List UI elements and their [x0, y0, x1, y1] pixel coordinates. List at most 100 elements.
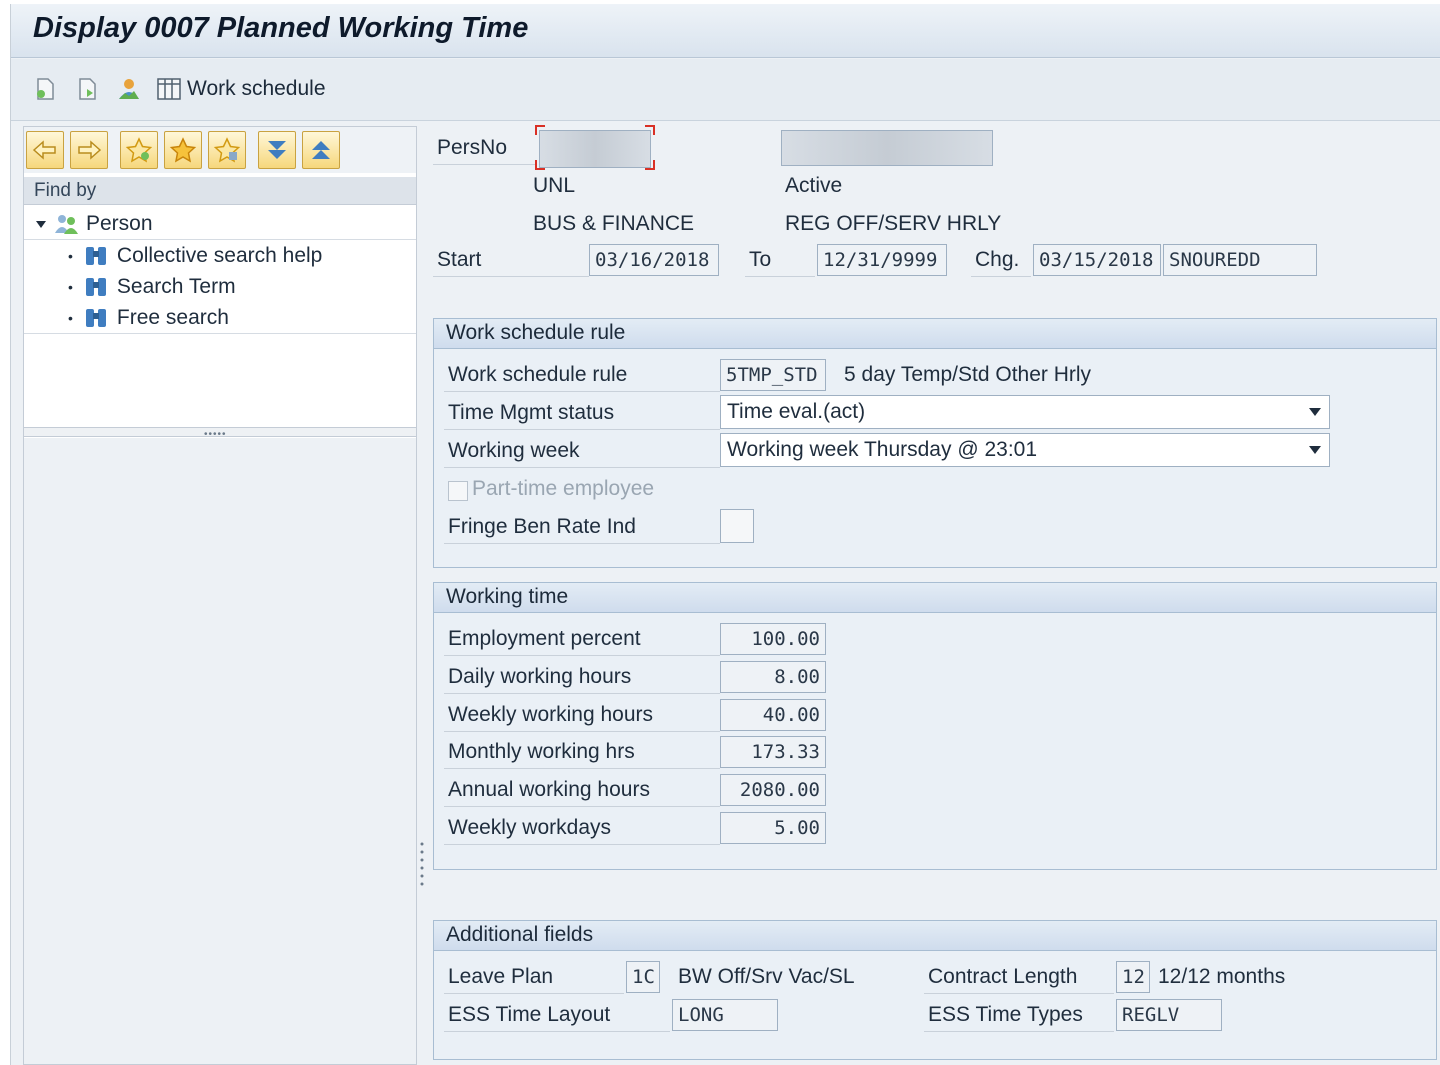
work-schedule-button[interactable]: Work schedule: [187, 77, 326, 101]
additional-fields-group: Additional fields Leave Plan 1C BW Off/S…: [433, 920, 1437, 1060]
leave-plan-text: BW Off/Srv Vac/SL: [678, 965, 855, 988]
label-underline: [444, 731, 720, 732]
daily-hours-field[interactable]: 8.00: [720, 661, 826, 693]
back-arrow-icon: [32, 140, 56, 160]
dropdown-value: Time eval.(act): [727, 400, 866, 423]
label-underline: [444, 391, 720, 392]
required-marker: [645, 160, 655, 170]
fringe-ben-rate-field[interactable]: [720, 509, 754, 543]
weekly-workdays-label: Weekly workdays: [448, 816, 611, 839]
part-time-label: Part-time employee: [472, 477, 655, 500]
dropdown-value: Working week Thursday @ 23:01: [727, 438, 1038, 461]
start-label: Start: [437, 248, 482, 271]
changed-label: Chg.: [975, 248, 1020, 271]
tree-label: Free search: [116, 306, 229, 329]
group-title: Working time: [434, 583, 1436, 613]
required-marker: [535, 125, 545, 135]
annual-hours-field[interactable]: 2080.00: [720, 774, 826, 806]
monthly-hours-field[interactable]: 173.33: [720, 736, 826, 768]
weekly-workdays-field[interactable]: 5.00: [720, 812, 826, 844]
label-underline: [444, 806, 720, 807]
favorite-add-icon: [125, 137, 153, 163]
time-mgmt-status-dropdown[interactable]: Time eval.(act): [720, 395, 1330, 429]
bullet: •: [68, 279, 73, 295]
back-button[interactable]: [26, 131, 64, 169]
vertical-splitter-grip[interactable]: [419, 840, 425, 890]
contract-length-label: Contract Length: [928, 965, 1078, 988]
favorite-edit-button[interactable]: [208, 131, 246, 169]
sap-window: Display 0007 Planned Working Time Work s…: [10, 4, 1440, 1065]
label-underline: [924, 993, 1114, 994]
work-schedule-icon[interactable]: [155, 75, 183, 103]
chevron-down-icon[interactable]: [1309, 408, 1321, 416]
object-navigator: Find by Person • Collective search help …: [23, 126, 417, 1065]
daily-hours-label: Daily working hours: [448, 665, 632, 688]
favorite-edit-icon: [213, 137, 241, 163]
monthly-hours-label: Monthly working hrs: [448, 740, 635, 763]
ess-time-layout-field[interactable]: LONG: [672, 999, 778, 1031]
forward-arrow-icon: [78, 140, 102, 160]
changed-by-field: SNOUREDD: [1163, 244, 1317, 276]
collapse-up-icon: [312, 141, 330, 159]
label-underline: [444, 768, 720, 769]
ess-time-layout-label: ESS Time Layout: [448, 1003, 611, 1026]
personnel-area-text: UNL: [533, 174, 576, 197]
person-overview-icon[interactable]: [115, 75, 143, 103]
expand-triangle-icon[interactable]: [36, 220, 46, 228]
favorite-add-button[interactable]: [120, 131, 158, 169]
work-schedule-rule-field[interactable]: 5TMP_STD: [720, 359, 826, 391]
tree-label: Search Term: [116, 275, 236, 298]
application-toolbar: Work schedule: [11, 59, 1440, 121]
tree-divider: [24, 333, 416, 334]
find-by-header: Find by: [24, 177, 416, 205]
ess-time-types-label: ESS Time Types: [928, 1003, 1083, 1026]
working-week-dropdown[interactable]: Working week Thursday @ 23:01: [720, 433, 1330, 467]
employee-group-text: REG OFF/SERV HRLY: [785, 212, 1002, 235]
navigator-lower-area: [24, 438, 416, 1064]
tree-item-search-term[interactable]: • Search Term: [68, 272, 236, 302]
tree-item-free-search[interactable]: • Free search: [68, 303, 229, 333]
horizontal-splitter[interactable]: •••••: [24, 427, 416, 440]
working-week-label: Working week: [448, 439, 580, 462]
collapse-button[interactable]: [302, 131, 340, 169]
label-underline: [444, 993, 624, 994]
binoculars-icon: [85, 278, 106, 296]
favorite-button[interactable]: [164, 131, 202, 169]
binoculars-icon: [85, 247, 106, 265]
employee-name-field: [781, 130, 993, 166]
label-underline: [433, 276, 589, 277]
employment-status-text: Active: [785, 174, 843, 197]
required-marker: [645, 125, 655, 135]
annual-hours-label: Annual working hours: [448, 778, 650, 801]
label-underline: [745, 276, 815, 277]
leave-plan-label: Leave Plan: [448, 965, 554, 988]
employment-percent-field[interactable]: 100.00: [720, 623, 826, 655]
weekly-hours-field[interactable]: 40.00: [720, 699, 826, 731]
copy-icon[interactable]: [73, 75, 101, 103]
work-schedule-rule-label: Work schedule rule: [448, 363, 628, 386]
persno-field[interactable]: [539, 130, 651, 168]
label-underline: [444, 543, 720, 544]
group-title: Additional fields: [434, 921, 1436, 951]
ess-time-types-field[interactable]: REGLV: [1116, 999, 1222, 1031]
required-marker: [535, 160, 545, 170]
chevron-down-icon[interactable]: [1309, 446, 1321, 454]
contract-length-field[interactable]: 12: [1116, 961, 1150, 993]
part-time-checkbox[interactable]: [448, 481, 468, 501]
binoculars-icon: [85, 309, 106, 327]
expand-button[interactable]: [258, 131, 296, 169]
time-mgmt-status-label: Time Mgmt status: [448, 401, 615, 424]
end-date-field[interactable]: 12/31/9999: [817, 244, 947, 276]
tree-item-collective-search-help[interactable]: • Collective search help: [68, 241, 322, 271]
forward-button[interactable]: [70, 131, 108, 169]
new-entry-icon[interactable]: [31, 75, 59, 103]
label-underline: [444, 693, 720, 694]
favorite-star-icon: [169, 137, 197, 163]
work-schedule-rule-group: Work schedule rule Work schedule rule 5T…: [433, 318, 1437, 568]
leave-plan-field[interactable]: 1C: [626, 961, 660, 993]
start-date-field[interactable]: 03/16/2018: [589, 244, 719, 276]
tree-node-person[interactable]: Person: [36, 209, 153, 239]
navigator-button-bar: [24, 127, 416, 173]
bullet: •: [68, 310, 73, 326]
expand-down-icon: [268, 141, 286, 159]
